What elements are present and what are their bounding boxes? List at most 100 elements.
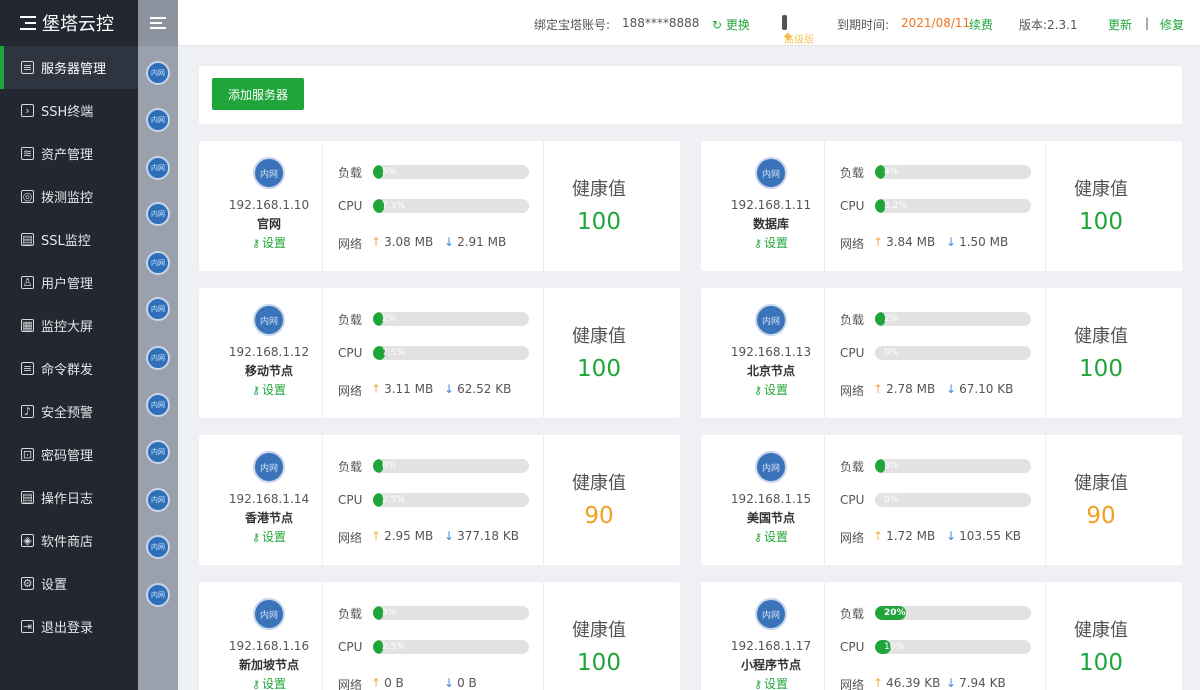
download-value: 2.91 MB xyxy=(457,235,507,249)
settings-label: 设置 xyxy=(262,677,287,690)
server-name: 官网 xyxy=(256,217,281,231)
server-shortcut-avatar[interactable]: 内网 xyxy=(146,488,170,512)
cpu-progress-bar: 0% xyxy=(875,493,1031,507)
sidebar-item[interactable]: ≡ 服务器管理 xyxy=(0,46,138,89)
change-account-link[interactable]: ↻ 更换 xyxy=(712,16,750,33)
cpu-label: CPU xyxy=(338,346,363,360)
sidebar-item-label: 服务器管理 xyxy=(41,62,107,77)
load-label: 负载 xyxy=(840,166,865,180)
key-icon: ⚷ xyxy=(251,384,261,397)
server-shortcut-avatar[interactable]: 内网 xyxy=(146,61,170,85)
header-separator: | xyxy=(1145,16,1150,30)
server-settings-link[interactable]: ⚷ 设置 xyxy=(701,381,841,398)
renew-link[interactable]: 续费 xyxy=(969,16,993,33)
server-shortcut-avatar[interactable]: 内网 xyxy=(146,297,170,321)
user-icon: ♙ xyxy=(21,276,34,289)
health-label: 健康值 xyxy=(1074,620,1128,641)
menu-toggle-button[interactable] xyxy=(138,0,178,46)
sidebar-item[interactable]: ≋ 资产管理 xyxy=(0,132,138,175)
sidebar-item[interactable]: ▦ 监控大屏 xyxy=(0,304,138,347)
cpu-progress-bar: 2.5% xyxy=(373,493,529,507)
download-rate: ↓ 103.55 KB xyxy=(946,529,1021,543)
network-label: 网络 xyxy=(840,678,865,690)
upload-rate: ↑ 3.11 MB xyxy=(371,382,433,396)
server-ip: 192.168.1.12 xyxy=(228,345,310,359)
sidebar-item[interactable]: ⇥ 退出登录 xyxy=(0,605,138,648)
health-value: 100 xyxy=(1079,650,1123,676)
sidebar: 堡塔云控 ≡ 服务器管理 › SSH终端 ≋ 资产管理 ◎ 拨测监控 ▤ SSL监控 ♙ 用户管理 ▦ 监… xyxy=(0,0,138,690)
top-header: 绑定宝塔账号: 188****8888 ↻ 更换 ◆ 高级版 到期时间: 2021… xyxy=(178,0,1200,46)
load-percent: 2% xyxy=(382,314,397,324)
bell-icon: ♪ xyxy=(21,405,34,418)
server-shortcut-avatar[interactable]: 内网 xyxy=(146,202,170,226)
server-avatar: 内网 xyxy=(253,157,285,189)
app-title: 堡塔云控 xyxy=(42,14,114,35)
update-link[interactable]: 更新 xyxy=(1108,16,1132,33)
sidebar-item[interactable]: ▤ 操作日志 xyxy=(0,476,138,519)
server-settings-link[interactable]: ⚷ 设置 xyxy=(701,234,841,251)
server-shortcut-avatar[interactable]: 内网 xyxy=(146,156,170,180)
key-icon: ⚷ xyxy=(753,531,763,544)
server-shortcut-avatar[interactable]: 内网 xyxy=(146,393,170,417)
load-percent: 3% xyxy=(382,608,397,618)
server-settings-link[interactable]: ⚷ 设置 xyxy=(199,381,339,398)
repair-link[interactable]: 修复 xyxy=(1160,16,1184,33)
health-value: 100 xyxy=(577,209,621,235)
download-rate: ↓ 67.10 KB xyxy=(946,382,1013,396)
cpu-percent: 2.5% xyxy=(382,495,405,505)
network-label: 网络 xyxy=(338,237,363,251)
key-icon: ⚷ xyxy=(251,678,261,690)
sidebar-item[interactable]: ▤ SSL监控 xyxy=(0,218,138,261)
load-label: 负载 xyxy=(840,607,865,621)
server-shortcut-avatar[interactable]: 内网 xyxy=(146,108,170,132)
server-shortcut-avatar[interactable]: 内网 xyxy=(146,440,170,464)
sidebar-item[interactable]: › SSH终端 xyxy=(0,89,138,132)
server-name: 香港节点 xyxy=(244,511,293,525)
toolbar: 添加服务器 xyxy=(199,66,1182,124)
dashboard-icon: ▦ xyxy=(21,319,34,332)
server-identity: 内网 192.168.1.17 小程序节点 ⚷ 设置 xyxy=(701,582,825,690)
app-logo[interactable]: 堡塔云控 xyxy=(0,0,138,46)
download-rate: ↓ 7.94 KB xyxy=(946,676,1006,690)
load-percent: 3% xyxy=(884,461,899,471)
terminal-icon: › xyxy=(21,104,34,117)
server-shortcut-avatar[interactable]: 内网 xyxy=(146,583,170,607)
arrow-up-icon: ↑ xyxy=(873,676,884,690)
sidebar-item-label: 资产管理 xyxy=(41,148,94,163)
server-settings-link[interactable]: ⚷ 设置 xyxy=(701,528,841,545)
sidebar-item[interactable]: ◎ 拨测监控 xyxy=(0,175,138,218)
server-ip: 192.168.1.10 xyxy=(228,198,310,212)
logout-icon: ⇥ xyxy=(21,620,34,633)
server-name: 美国节点 xyxy=(746,511,795,525)
load-progress-bar: 4% xyxy=(875,165,1031,179)
server-avatar: 内网 xyxy=(755,304,787,336)
server-shortcut-avatar[interactable]: 内网 xyxy=(146,346,170,370)
server-shortcut-avatar[interactable]: 内网 xyxy=(146,535,170,559)
sidebar-menu: ≡ 服务器管理 › SSH终端 ≋ 资产管理 ◎ 拨测监控 ▤ SSL监控 ♙ 用户管理 ▦ 监控大屏 ≡ 命… xyxy=(0,46,138,648)
key-icon: ⚷ xyxy=(251,237,261,250)
health-label: 健康值 xyxy=(572,620,626,641)
upload-rate: ↑ 3.84 MB xyxy=(873,235,935,249)
sidebar-item[interactable]: ⚙ 设置 xyxy=(0,562,138,605)
cpu-percent: 7.5% xyxy=(382,348,405,358)
network-label: 网络 xyxy=(338,531,363,545)
server-shortcut-avatar[interactable]: 内网 xyxy=(146,251,170,275)
server-avatar: 内网 xyxy=(253,304,285,336)
server-settings-link[interactable]: ⚷ 设置 xyxy=(199,528,339,545)
download-value: 0 B xyxy=(457,676,477,690)
load-percent: 5% xyxy=(382,167,397,177)
account-label: 绑定宝塔账号: xyxy=(534,18,611,32)
server-card: 内网 192.168.1.14 香港节点 ⚷ 设置 负载 6% CPU 2.5% 网络 ↑ 2.95 … xyxy=(199,435,680,565)
sidebar-item[interactable]: ⊡ 密码管理 xyxy=(0,433,138,476)
health-value: 100 xyxy=(577,650,621,676)
server-settings-link[interactable]: ⚷ 设置 xyxy=(701,675,841,690)
arrow-up-icon: ↑ xyxy=(371,235,382,249)
sidebar-item[interactable]: ♪ 安全预警 xyxy=(0,390,138,433)
sidebar-item[interactable]: ◈ 软件商店 xyxy=(0,519,138,562)
sidebar-item[interactable]: ≡ 命令群发 xyxy=(0,347,138,390)
sidebar-item[interactable]: ♙ 用户管理 xyxy=(0,261,138,304)
sidebar-item-label: 操作日志 xyxy=(41,492,94,507)
server-settings-link[interactable]: ⚷ 设置 xyxy=(199,675,339,690)
add-server-button[interactable]: 添加服务器 xyxy=(212,78,304,110)
server-settings-link[interactable]: ⚷ 设置 xyxy=(199,234,339,251)
